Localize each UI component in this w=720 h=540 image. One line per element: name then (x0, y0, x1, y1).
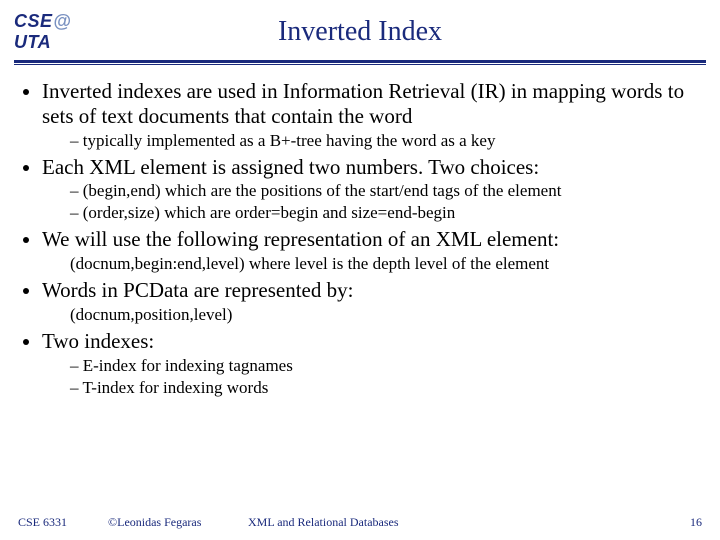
bullet-item: Two indexes: E-index for indexing tagnam… (42, 329, 700, 398)
bullet-text: Two indexes: (42, 329, 154, 353)
logo: CSE@UTA (14, 19, 104, 45)
footer: CSE 6331 ©Leonidas Fegaras XML and Relat… (0, 515, 720, 530)
bullet-text: Each XML element is assigned two numbers… (42, 155, 539, 179)
bullet-item: We will use the following representation… (42, 227, 700, 274)
bullet-text: Inverted indexes are used in Information… (42, 79, 684, 128)
slide-body: Inverted indexes are used in Information… (0, 65, 720, 398)
header: CSE@UTA Inverted Index (0, 0, 720, 56)
sub-list: typically implemented as a B+-tree havin… (42, 131, 700, 151)
logo-right: UTA (14, 32, 51, 52)
sub-list: (begin,end) which are the positions of t… (42, 181, 700, 223)
bullet-item: Inverted indexes are used in Information… (42, 79, 700, 151)
footer-page: 16 (662, 515, 702, 530)
sub-item: T-index for indexing words (70, 378, 700, 398)
footer-course: CSE 6331 (18, 515, 108, 530)
footer-topic: XML and Relational Databases (248, 515, 662, 530)
logo-left: CSE (14, 11, 53, 31)
sub-list: E-index for indexing tagnames T-index fo… (42, 356, 700, 398)
sub-item: (order,size) which are order=begin and s… (70, 203, 700, 223)
sub-item: typically implemented as a B+-tree havin… (70, 131, 700, 151)
bullet-item: Each XML element is assigned two numbers… (42, 155, 700, 224)
slide-title: Inverted Index (104, 16, 706, 48)
sub-plain: (docnum,position,level) (42, 305, 700, 325)
at-icon: @ (53, 11, 73, 32)
bullet-text: We will use the following representation… (42, 227, 559, 251)
sub-plain: (docnum,begin:end,level) where level is … (42, 254, 700, 274)
sub-item: E-index for indexing tagnames (70, 356, 700, 376)
bullet-item: Words in PCData are represented by: (doc… (42, 278, 700, 325)
footer-copyright: ©Leonidas Fegaras (108, 515, 248, 530)
sub-item: (begin,end) which are the positions of t… (70, 181, 700, 201)
logo-text: CSE@UTA (14, 11, 104, 53)
bullet-list: Inverted indexes are used in Information… (20, 79, 700, 398)
bullet-text: Words in PCData are represented by: (42, 278, 353, 302)
